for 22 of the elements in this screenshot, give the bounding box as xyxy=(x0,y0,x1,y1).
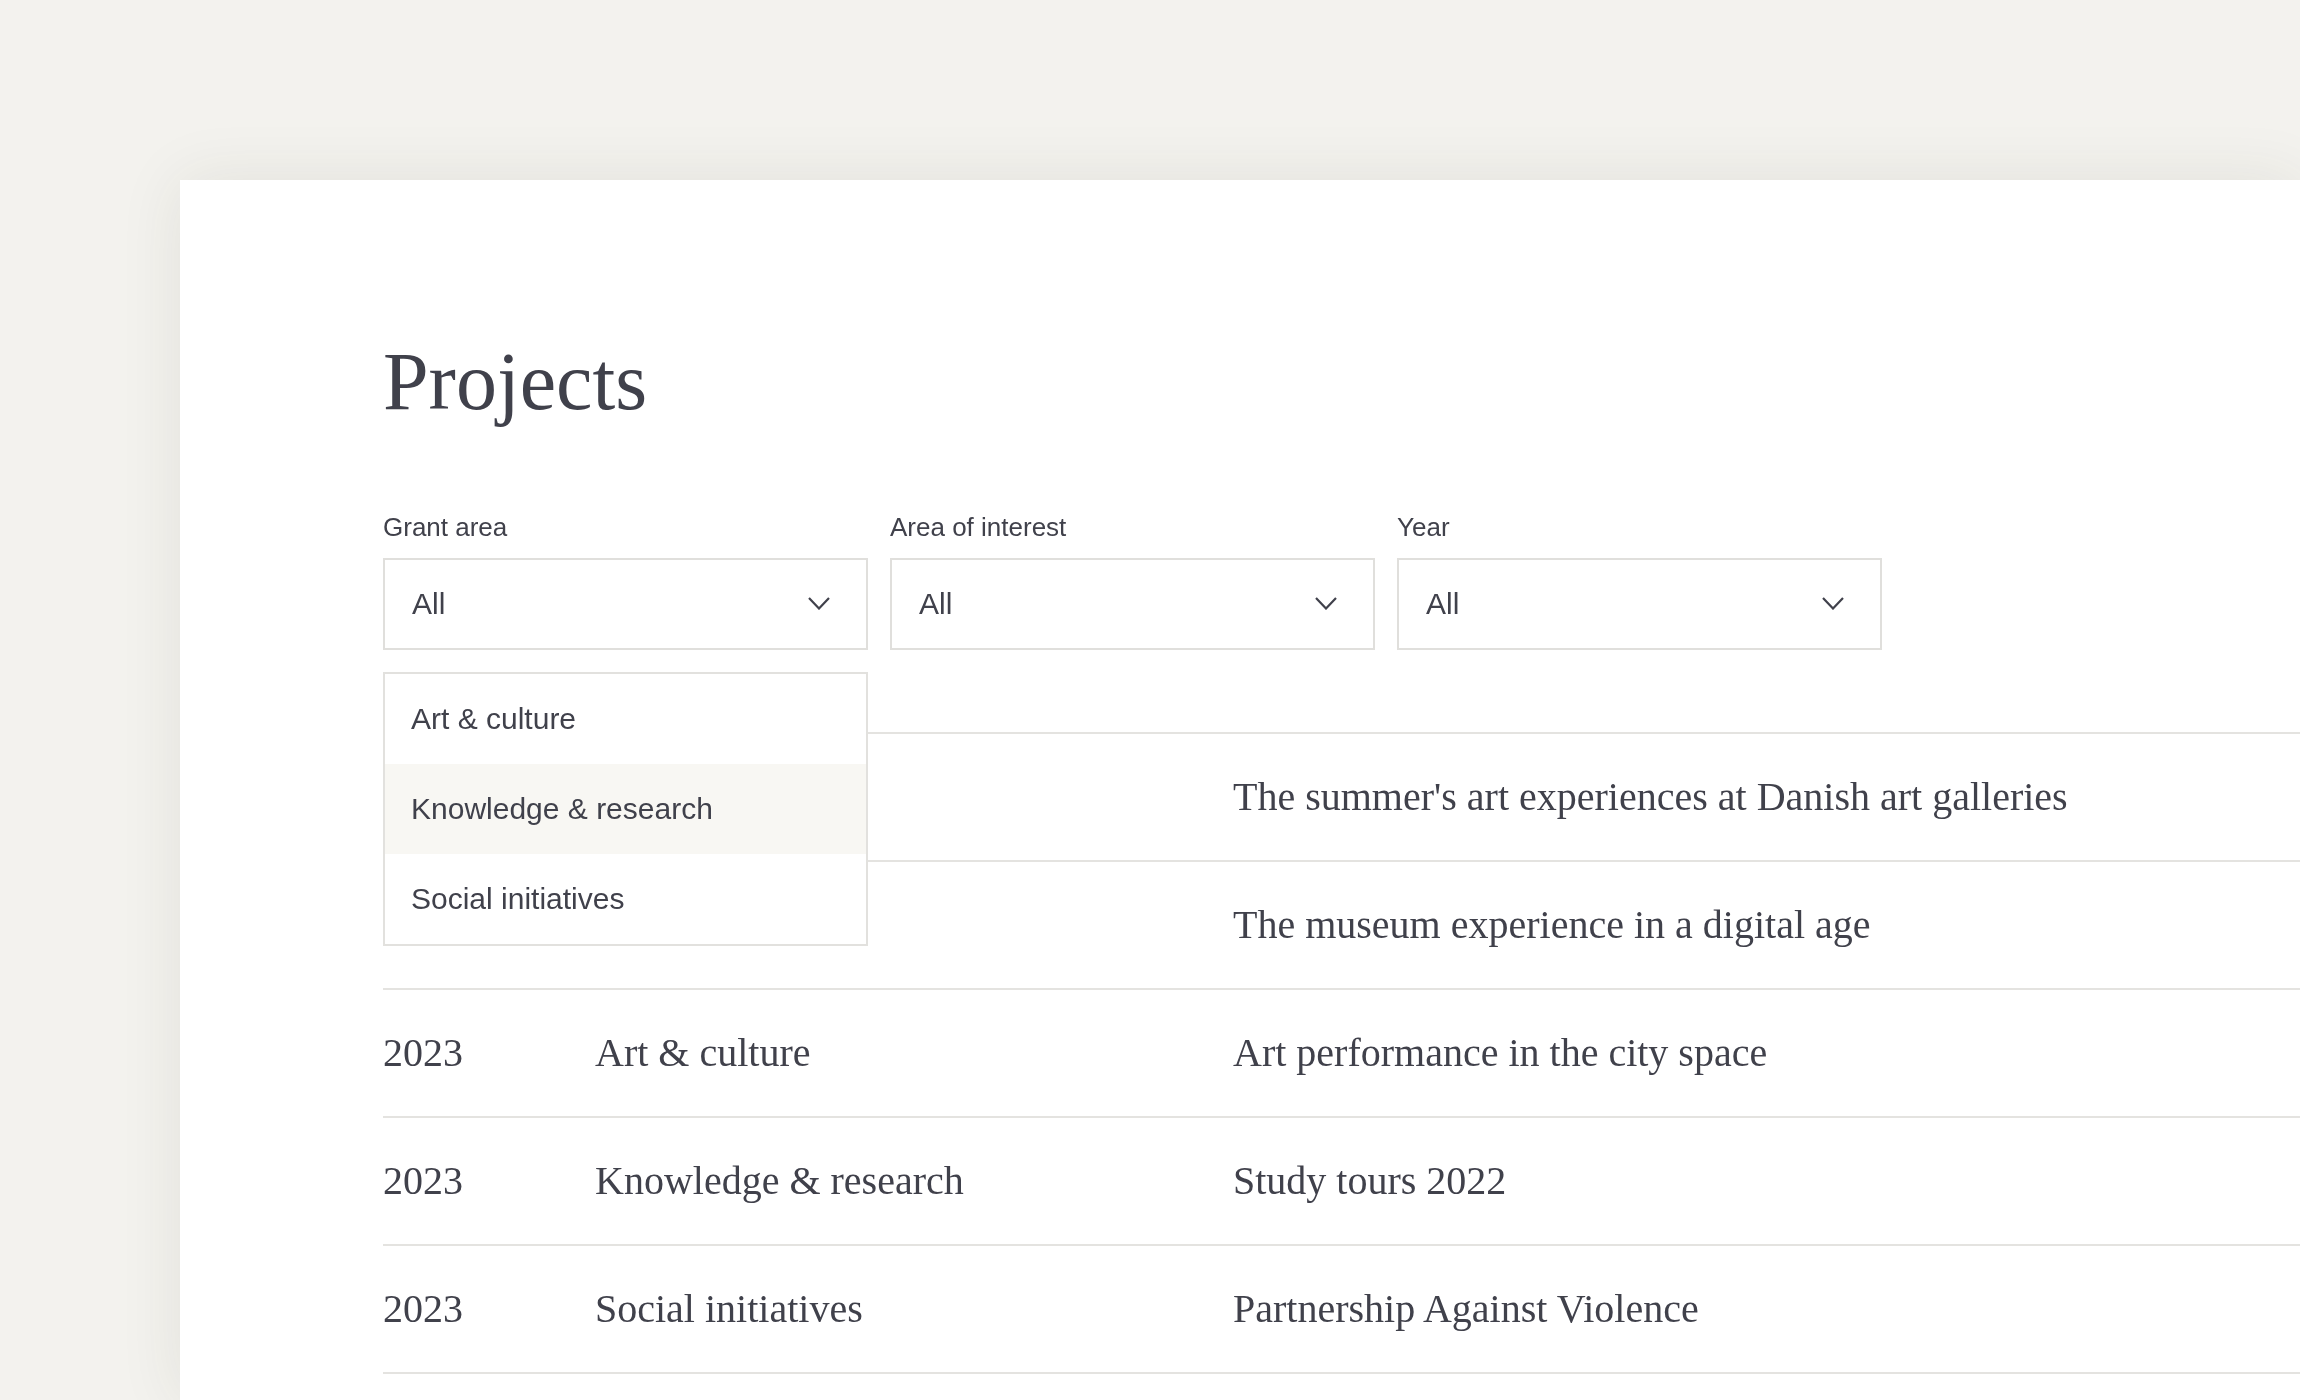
filter-dropdown[interactable]: All xyxy=(1397,557,1882,650)
page-title: Projects xyxy=(383,335,648,429)
filter-label: Area of interest xyxy=(890,512,1067,544)
project-year: 2023 xyxy=(383,1158,463,1204)
project-title[interactable]: The summer's art experiences at Danish art galleries xyxy=(1233,774,2068,820)
chevron-down-icon xyxy=(1822,597,1844,611)
project-title[interactable]: Art performance in the city space xyxy=(1233,1030,1768,1076)
project-title[interactable]: Study tours 2022 xyxy=(1233,1158,1507,1204)
project-grant-area: Art & culture xyxy=(595,1030,811,1076)
project-title[interactable]: The museum experience in a digital age xyxy=(1233,902,1871,948)
project-year: 2023 xyxy=(383,1030,463,1076)
project-year: 2023 xyxy=(383,1286,463,1332)
project-grant-area: Social initiatives xyxy=(595,1286,863,1332)
chevron-down-icon xyxy=(808,597,830,611)
project-grant-area: Knowledge & research xyxy=(595,1158,964,1204)
filter-label: Year xyxy=(1397,512,1450,544)
project-title[interactable]: Partnership Against Violence xyxy=(1233,1286,1699,1332)
filter-label: Grant area xyxy=(383,512,508,544)
filter-dropdown[interactable]: All xyxy=(383,557,868,650)
filter-dropdown[interactable]: All xyxy=(890,557,1375,650)
dropdown-option[interactable]: Knowledge & research xyxy=(385,763,866,854)
chevron-down-icon xyxy=(1315,597,1337,611)
